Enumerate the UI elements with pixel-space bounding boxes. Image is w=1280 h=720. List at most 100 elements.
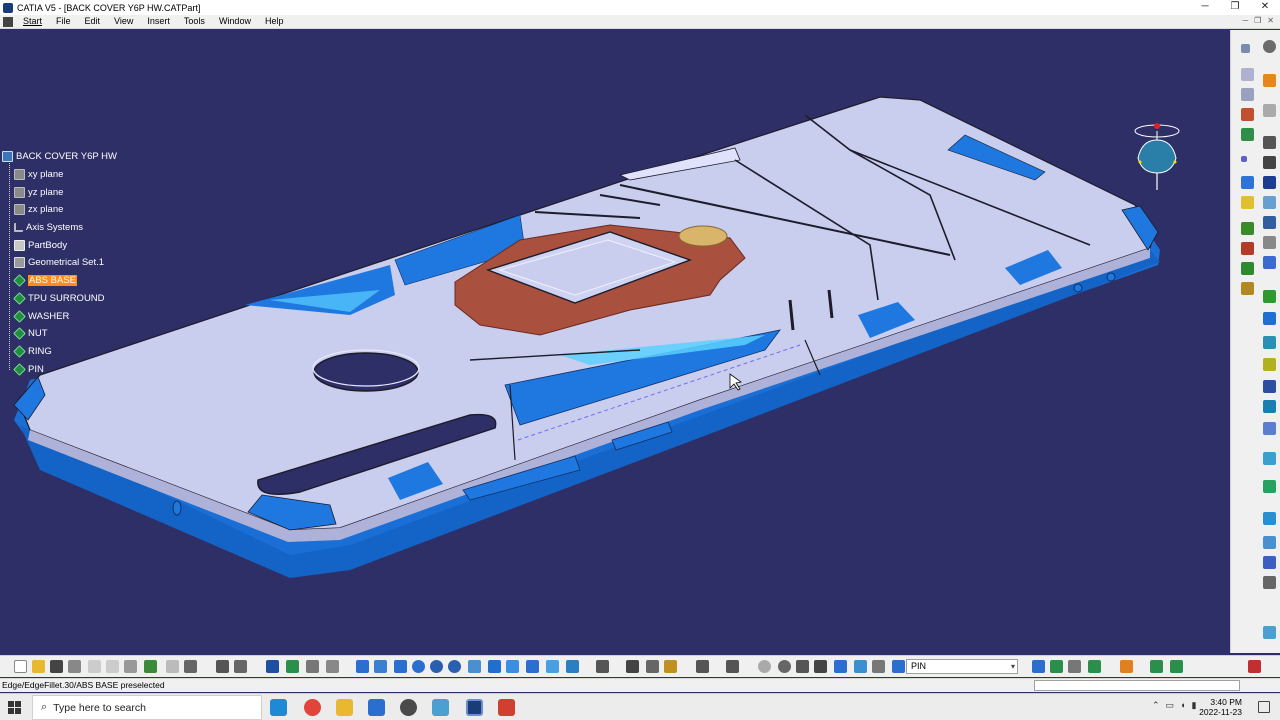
tree-item-yz-plane[interactable]: yz plane bbox=[2, 183, 117, 201]
annotation-icon[interactable] bbox=[1263, 512, 1276, 525]
axis-tool-icon[interactable] bbox=[796, 660, 809, 673]
measure-tool-icon[interactable] bbox=[726, 660, 739, 673]
part-design-workbench-icon[interactable] bbox=[1248, 660, 1261, 673]
cut-icon[interactable] bbox=[88, 660, 101, 673]
sew-surface-icon[interactable] bbox=[1263, 422, 1276, 435]
3d-viewport[interactable]: BACK COVER Y6P HW xy plane yz plane zx p… bbox=[0, 30, 1228, 653]
layer-icon[interactable] bbox=[834, 660, 847, 673]
point-tool-icon[interactable] bbox=[1241, 88, 1254, 101]
open-folder-icon[interactable] bbox=[32, 660, 45, 673]
undo-icon[interactable] bbox=[144, 660, 157, 673]
shading-icon[interactable] bbox=[506, 660, 519, 673]
properties-icon[interactable] bbox=[854, 660, 867, 673]
menu-tools[interactable]: Tools bbox=[177, 15, 212, 28]
simulation-icon[interactable] bbox=[1088, 660, 1101, 673]
shell-icon[interactable] bbox=[1263, 236, 1276, 249]
shaft-icon[interactable] bbox=[1241, 128, 1254, 141]
analysis-tool-icon[interactable] bbox=[1050, 660, 1063, 673]
intersect-icon[interactable] bbox=[1241, 282, 1254, 295]
restore-button[interactable]: ❐ bbox=[1220, 0, 1250, 15]
constraint-icon[interactable] bbox=[626, 660, 639, 673]
light-icon[interactable] bbox=[664, 660, 677, 673]
app-red-icon[interactable] bbox=[498, 699, 515, 716]
doc-minimize-button[interactable]: ─ bbox=[1242, 16, 1248, 25]
tree-item-axis-systems[interactable]: Axis Systems bbox=[2, 219, 117, 237]
menu-start[interactable]: Start bbox=[16, 15, 49, 28]
volume-icon[interactable]: ◖ bbox=[1180, 700, 1185, 711]
tree-item-zx-plane[interactable]: zx plane bbox=[2, 201, 117, 219]
apply-material-icon[interactable] bbox=[1263, 480, 1276, 493]
tree-item-tpu-surround[interactable]: TPU SURROUND bbox=[2, 290, 117, 308]
pad-icon[interactable] bbox=[1263, 136, 1276, 149]
tree-item-pin[interactable]: PIN bbox=[2, 360, 117, 378]
knowledge-icon[interactable] bbox=[234, 660, 247, 673]
add-body-icon[interactable] bbox=[1241, 222, 1254, 235]
chevron-down-icon[interactable]: ▾ bbox=[1011, 660, 1015, 673]
globe-icon[interactable] bbox=[778, 660, 791, 673]
camera-icon[interactable] bbox=[696, 660, 709, 673]
anchor-icon[interactable] bbox=[646, 660, 659, 673]
workbench-icon[interactable] bbox=[1032, 660, 1045, 673]
hide-show-icon[interactable] bbox=[526, 660, 539, 673]
doc-close-button[interactable]: ✕ bbox=[1267, 16, 1274, 25]
file-explorer-icon[interactable] bbox=[336, 699, 353, 716]
phone-back-cover-model[interactable] bbox=[0, 30, 1228, 653]
photo-icon[interactable] bbox=[1068, 660, 1081, 673]
plane-tool-icon[interactable] bbox=[1241, 68, 1254, 81]
sketch-icon[interactable] bbox=[1241, 44, 1250, 53]
help-icon[interactable] bbox=[184, 660, 197, 673]
layer-select[interactable]: PIN ▾ bbox=[906, 659, 1018, 674]
zoom-out-icon[interactable] bbox=[448, 660, 461, 673]
print-icon[interactable] bbox=[68, 660, 81, 673]
grid-icon[interactable] bbox=[1263, 556, 1276, 569]
specification-tree[interactable]: BACK COVER Y6P HW xy plane yz plane zx p… bbox=[2, 148, 117, 378]
power-input-field[interactable] bbox=[1034, 680, 1240, 691]
hole-icon[interactable] bbox=[1263, 156, 1276, 169]
fillet-icon[interactable] bbox=[1241, 196, 1254, 209]
parameters-icon[interactable] bbox=[306, 660, 319, 673]
mirror-icon[interactable] bbox=[1263, 290, 1276, 303]
catalog-icon[interactable] bbox=[1263, 626, 1276, 639]
paste-icon[interactable] bbox=[124, 660, 137, 673]
formula-icon[interactable] bbox=[216, 660, 229, 673]
grid-snap-icon[interactable] bbox=[814, 660, 827, 673]
fly-mode-icon[interactable] bbox=[356, 660, 369, 673]
line-tool-icon[interactable] bbox=[1263, 104, 1276, 117]
menu-file[interactable]: File bbox=[49, 15, 78, 28]
tree-item-partbody[interactable]: PartBody bbox=[2, 236, 117, 254]
split-icon[interactable] bbox=[1263, 358, 1276, 371]
menu-insert[interactable]: Insert bbox=[140, 15, 177, 28]
settings-icon[interactable] bbox=[1263, 40, 1276, 53]
network-icon[interactable]: ▭ bbox=[1166, 700, 1175, 711]
filter-icon[interactable] bbox=[326, 660, 339, 673]
material-icon[interactable] bbox=[872, 660, 885, 673]
minimize-button[interactable]: ─ bbox=[1190, 0, 1220, 15]
doc-restore-button[interactable]: ❐ bbox=[1254, 16, 1261, 25]
store-icon[interactable] bbox=[368, 699, 385, 716]
tree-reorder-icon[interactable] bbox=[286, 660, 299, 673]
taskbar-search[interactable]: ⌕ Type here to search bbox=[32, 695, 262, 720]
draft-icon[interactable] bbox=[1263, 216, 1276, 229]
rib-icon[interactable] bbox=[1263, 176, 1276, 189]
menu-window[interactable]: Window bbox=[212, 15, 258, 28]
menu-help[interactable]: Help bbox=[258, 15, 291, 28]
catia-taskbar-icon[interactable] bbox=[466, 699, 483, 716]
close-surface-icon[interactable] bbox=[1263, 400, 1276, 413]
menu-view[interactable]: View bbox=[107, 15, 140, 28]
tree-root[interactable]: BACK COVER Y6P HW bbox=[2, 148, 117, 166]
clock[interactable]: 3:40 PM 2022-11-23 bbox=[1199, 697, 1242, 717]
thick-surface-icon[interactable] bbox=[1263, 380, 1276, 393]
union-icon[interactable] bbox=[1241, 262, 1254, 275]
chrome-browser-icon[interactable] bbox=[304, 699, 321, 716]
brush-icon[interactable] bbox=[1120, 660, 1133, 673]
compass-icon[interactable] bbox=[1128, 118, 1188, 198]
pan-icon[interactable] bbox=[394, 660, 407, 673]
document-icon[interactable] bbox=[3, 16, 13, 27]
save-icon[interactable] bbox=[50, 660, 63, 673]
notification-icon[interactable] bbox=[1258, 701, 1270, 713]
normal-view-icon[interactable] bbox=[468, 660, 481, 673]
zoom-in-icon[interactable] bbox=[430, 660, 443, 673]
assembly-icon[interactable] bbox=[1150, 660, 1163, 673]
multi-view-icon[interactable] bbox=[596, 660, 609, 673]
scale-icon[interactable] bbox=[1263, 336, 1276, 349]
